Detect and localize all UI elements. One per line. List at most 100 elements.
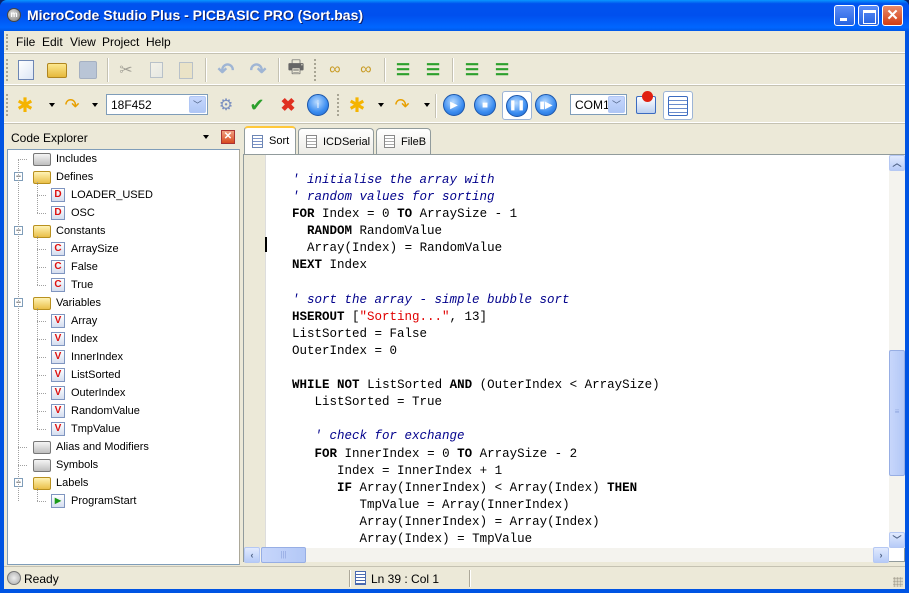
tree-item[interactable]: D LOADER_USED [51,186,153,204]
code-text[interactable]: ' initialise the array with ' random valu… [292,172,660,548]
main-window: m MicroCode Studio Plus - PICBASIC PRO (… [0,0,909,593]
toolbar-grip[interactable] [314,59,317,81]
new-project-dropdown[interactable] [49,103,55,107]
tree-label: False [71,261,98,273]
tree-item[interactable]: V RandomValue [51,402,140,420]
tab-fileb[interactable]: FileB [376,128,431,154]
save-button[interactable] [76,58,100,82]
paste-button[interactable] [174,58,198,82]
find-button[interactable]: ∞ [323,58,347,82]
tree-item[interactable]: V OuterIndex [51,384,125,402]
toolbar-grip[interactable] [6,59,9,81]
vertical-scroll-thumb[interactable]: ≡ [889,350,905,476]
check-gear-icon: ✔ [249,94,265,115]
horizontal-scroll-thumb[interactable]: ||| [261,547,306,563]
scroll-left-button[interactable]: ‹ [244,547,260,563]
tree-item[interactable]: D OSC [51,204,95,222]
chevron-down-icon[interactable]: ﹀ [608,96,625,113]
title-bar[interactable]: m MicroCode Studio Plus - PICBASIC PRO (… [0,0,909,31]
code-keyword: TO [397,207,413,222]
undo-button[interactable]: ↶ [214,58,238,82]
variable-icon: V [51,314,65,328]
tree-label: LOADER_USED [71,189,153,201]
tree-item[interactable]: V ListSorted [51,366,121,384]
tab-icdserial[interactable]: ICDSerial [298,128,374,154]
tree-item[interactable]: V Array [51,312,97,330]
paste-icon [179,61,193,79]
explorer-tree[interactable]: Includes Defines − D LOADER_USED D OSC Constant… [7,149,240,565]
menubar-grip[interactable] [6,34,9,50]
serial-monitor-button[interactable] [663,91,693,120]
tree-folder-includes[interactable]: Includes [33,150,97,168]
open-project-button[interactable]: ↷ [60,93,84,117]
compile-button[interactable]: ⚙ [214,93,238,117]
print-button[interactable]: 🖶 [284,57,308,82]
outdent-button[interactable]: ☰ [421,58,445,82]
explorer-close-button[interactable]: ✕ [221,130,235,144]
tree-item[interactable]: C True [51,276,93,294]
code-line: ' sort the array - simple bubble sort [292,292,660,309]
tree-folder-alias-and-modifiers[interactable]: Alias and Modifiers [33,438,149,456]
maximize-button[interactable] [858,5,879,26]
resize-grip[interactable] [893,577,903,587]
tree-folder-symbols[interactable]: Symbols [33,456,98,474]
tree-folder-defines[interactable]: Defines [33,168,93,186]
tree-item[interactable]: V InnerIndex [51,348,123,366]
chevron-down-icon[interactable]: ﹀ [189,96,206,113]
break-button[interactable] [634,91,658,117]
indent-button[interactable]: ☰ [391,58,415,82]
uncomment-block-button[interactable]: ☰ [490,58,514,82]
open-window-dropdown[interactable] [424,103,430,107]
stop-compile-button[interactable]: ✖ [276,93,300,117]
tree-item[interactable]: C ArraySize [51,240,119,258]
open-window-button[interactable]: ↷ [390,93,414,117]
code-editor[interactable]: ' initialise the array with ' random valu… [243,154,905,563]
device-info-button[interactable]: i [306,93,330,117]
comment-block-button[interactable]: ☰ [460,58,484,82]
vertical-scrollbar[interactable]: ︿ ≡ ﹀ [889,155,905,548]
stop-button[interactable]: ■ [473,93,497,117]
toolbar-grip[interactable] [337,94,340,116]
menu-edit[interactable]: Edit [42,35,63,49]
minimize-button[interactable] [834,5,855,26]
editor-gutter[interactable] [244,155,266,548]
pause-button[interactable]: ❚❚ [502,91,532,120]
scroll-up-button[interactable]: ︿ [889,155,905,171]
stop-icon: ■ [474,94,496,116]
tree-folder-labels[interactable]: Labels [33,474,88,492]
open-project-dropdown[interactable] [92,103,98,107]
menu-help[interactable]: Help [146,35,171,49]
horizontal-scrollbar[interactable]: ‹ ||| › [244,547,889,563]
copy-button[interactable] [144,58,168,82]
cut-button[interactable]: ✂ [114,58,138,82]
variable-icon: V [51,422,65,436]
tree-folder-constants[interactable]: Constants [33,222,106,240]
menu-project[interactable]: Project [102,35,139,49]
close-button[interactable]: ✕ [882,5,903,26]
new-window-button[interactable]: ✱ [345,93,369,117]
find-replace-button[interactable]: ∞ [354,58,378,82]
new-file-button[interactable] [14,58,38,82]
tree-item[interactable]: V Index [51,330,98,348]
scroll-right-button[interactable]: › [873,547,889,563]
tab-sort[interactable]: Sort [244,126,296,154]
tree-item[interactable]: C False [51,258,98,276]
tree-item[interactable]: ▶ ProgramStart [51,492,136,510]
new-window-dropdown[interactable] [378,103,384,107]
toolbar-grip[interactable] [6,94,9,116]
device-select[interactable]: 18F452 ﹀ [106,94,208,115]
menu-view[interactable]: View [70,35,96,49]
explorer-menu-dropdown[interactable] [203,135,209,139]
com-port-select[interactable]: COM1 ﹀ [570,94,627,115]
compile-program-button[interactable]: ✔ [245,93,269,117]
redo-button[interactable]: ↷ [246,58,270,82]
open-file-button[interactable] [45,58,69,82]
scroll-down-button[interactable]: ﹀ [889,532,905,548]
tree-folder-variables[interactable]: Variables [33,294,101,312]
tree-item[interactable]: V TmpValue [51,420,120,438]
run-button[interactable]: ▶ [442,93,466,117]
new-project-button[interactable]: ✱ [13,93,37,117]
step-button[interactable]: ▮▶ [534,93,558,117]
menu-file[interactable]: File [16,35,35,49]
